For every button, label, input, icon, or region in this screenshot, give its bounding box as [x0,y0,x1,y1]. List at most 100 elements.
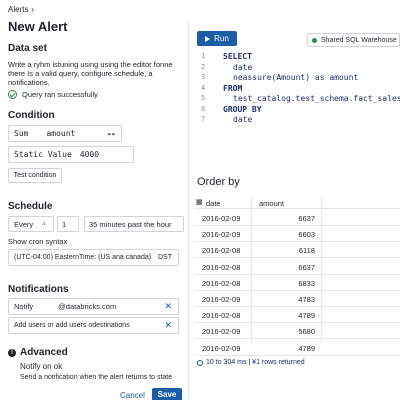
test-condition-button[interactable]: Test condition [8,168,62,183]
table-row: 2016-02-09 4783 [194,291,400,307]
dataset-heading: Data set [8,43,47,54]
notifications-heading: Notifications [8,284,69,295]
code-text: GROUP BY [223,104,262,114]
table-row: 2016-02-08 6637 [194,259,400,275]
query-editor-panel: Run Shared SQL Warehouse 1 SELECT 2 date 3 ne… [189,0,400,400]
value-type: Static Value [14,150,72,159]
dataset-description: Write a ryhm istuning using using the ed… [8,60,173,87]
notify-recipient-field[interactable]: Notify @databricks.com ✕ [8,298,179,315]
column-header-amount[interactable]: amount [259,199,284,208]
cancel-button[interactable]: Cancel [120,391,145,400]
cell-date: 2016-02-09 [202,327,241,337]
schedule-interval-input[interactable]: 1 [57,216,79,232]
breadcrumb-alerts-link[interactable]: Alerts [8,5,28,14]
cell-date: 2016-02-08 [202,262,241,272]
table-row: 2016-02-09 4789 [194,340,400,356]
cell-amount: 6833 [298,278,315,288]
every-stepper[interactable]: 4 [42,221,46,228]
table-header: ▦ date amount [194,196,400,209]
code-line: 1 SELECT [189,52,400,62]
query-status-text: Query ran successfully [22,90,98,99]
cell-date: 2016-02-09 [202,214,241,223]
timezone-value: (UTC-04:00) EasternTime: (US ana canada) [14,254,152,261]
code-text: date [233,62,253,72]
cell-amount: 4789 [298,311,315,321]
table-row: 2016-02-09 5680 [194,323,400,340]
line-number: 7 [201,115,206,123]
line-number: 5 [201,94,206,102]
timezone-dst: DST [158,254,172,261]
clock-icon [197,359,203,366]
add-users-input[interactable]: Add users or add users odestinations ✕ [8,317,179,334]
line-number: 2 [201,62,206,71]
operator-select[interactable]: ▸▸ [108,130,116,138]
warehouse-name: Shared SQL Warehouse [321,36,397,44]
cell-date: 2016-02-09 [202,343,241,353]
code-line: 5 test_catalog.test_schema.fact_sales_m6t [189,94,400,104]
code-line: 2 date [189,63,400,73]
info-icon: ! [8,349,16,357]
notify-on-ok-description: Send a notification when the alert retur… [20,374,173,381]
code-line: 4 FROM [189,84,400,94]
aggregation-value: Sum [14,129,29,138]
save-button[interactable]: Save [152,388,182,400]
check-circle-icon [8,90,17,99]
close-icon[interactable]: ✕ [164,320,172,331]
every-label: Every [14,219,34,229]
calendar-icon: ▦ [196,199,203,206]
table-row: 2016-02-09 6637 [194,210,400,226]
results-footer: 10 to 304 ms | ¥1 rows returned [197,359,305,366]
line-number: 1 [201,52,206,60]
condition-value-input[interactable]: Static Value 4000 [8,146,134,163]
results-heading: Order by [197,176,240,188]
recipient-email: @databricks.com [58,302,117,311]
line-number: 3 [201,73,206,81]
cell-date: 2016-02-08 [202,246,241,256]
breadcrumb[interactable]: Alerts › [8,5,34,14]
page-title: New Alert [8,19,68,34]
status-dot-icon [312,37,317,43]
alert-config-panel: Alerts › New Alert Data set Write a ryhm … [0,0,188,400]
show-cron-link[interactable]: Show cron syntax [8,237,67,246]
notify-label: Notify [14,302,34,311]
add-users-placeholder: Add users or add users odestinations [14,322,130,329]
play-icon [205,35,211,42]
cell-amount: 5680 [298,327,315,337]
column-header-date[interactable]: date [206,199,221,208]
cell-amount: 6637 [298,214,315,223]
cell-date: 2016-02-08 [202,278,241,288]
code-text: FROM [223,83,243,93]
condition-aggregation-select[interactable]: Sum amount ▸▸ [8,125,122,142]
timezone-select[interactable]: (UTC-04:00) EasternTime: (US ana canada)… [8,249,179,266]
results-summary: 10 to 304 ms | ¥1 rows returned [206,359,305,366]
schedule-offset-select[interactable]: 35 minutes past the hour [84,216,184,232]
warehouse-select[interactable]: Shared SQL Warehouse [307,33,400,47]
chevron-right-icon: › [31,5,35,14]
table-row: 2016-02-08 4789 [194,307,400,324]
cell-amount: 4783 [298,295,315,304]
cell-amount: 4789 [298,343,315,353]
code-text: test_catalog.test_schema.fact_sales_m6t [233,94,400,103]
query-status: Query ran successfully [8,90,98,99]
close-icon[interactable]: ✕ [164,301,172,312]
code-text: neassure(Amount) as amount [233,73,359,82]
code-text: SELECT [223,52,252,61]
code-text: date [233,115,253,124]
interval-value: 1 [62,219,67,229]
advanced-heading[interactable]: Advanced [20,347,68,358]
code-line: 3 neassure(Amount) as amount [189,73,400,83]
table-row: 2016-02-08 6118 [194,242,400,259]
schedule-heading: Schedule [8,201,53,212]
offset-value: 35 minutes past the hour [89,219,172,229]
run-button[interactable]: Run [197,31,237,46]
line-number: 4 [201,83,206,92]
table-row: 2016-02-08 6833 [194,275,400,291]
code-line: 7 date [189,115,400,125]
cell-date: 2016-02-09 [202,295,241,304]
condition-heading: Condition [8,110,55,121]
cell-amount: 6637 [298,262,315,272]
code-line: 6 GROUP BY [189,105,400,115]
sql-editor[interactable]: 1 SELECT 2 date 3 neassure(Amount) as amount 4… [189,52,400,130]
schedule-every-select[interactable]: Every 4 [8,216,54,232]
cell-amount: 6603 [298,230,315,240]
